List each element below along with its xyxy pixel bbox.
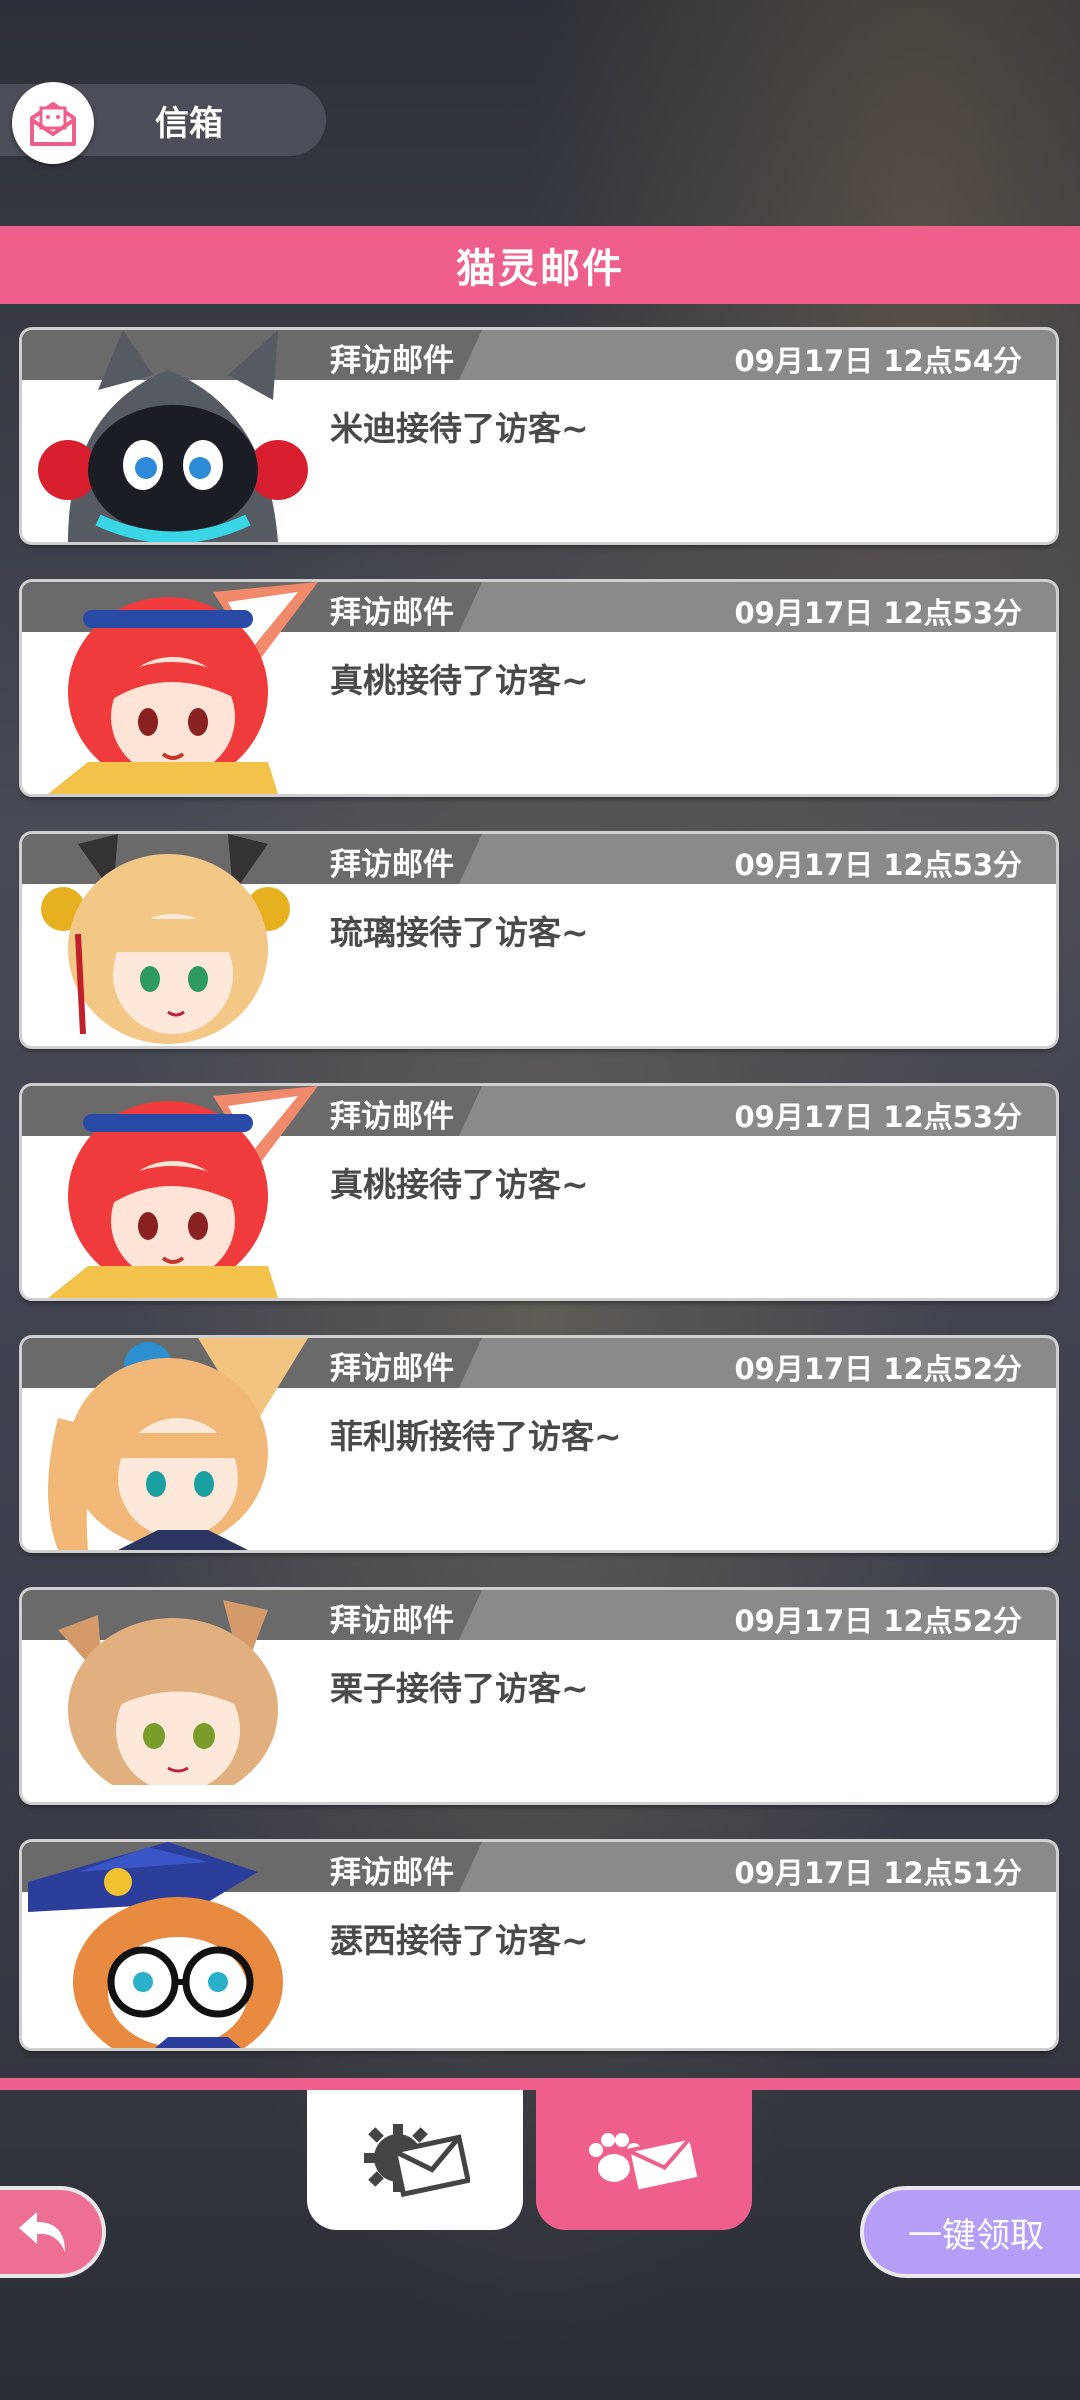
mail-card[interactable]: 拜访邮件 09月17日 12点53分 真桃接待了访客~ xyxy=(22,1086,1056,1298)
mail-message: 真桃接待了访客~ xyxy=(330,661,589,700)
back-arrow-icon xyxy=(19,2212,65,2252)
mail-card[interactable]: 拜访邮件 09月17日 12点54分 米迪接待了访客~ xyxy=(22,330,1056,542)
header-title: 信箱 xyxy=(155,104,223,144)
paw-mail-icon xyxy=(589,2133,702,2195)
mail-time: 09月17日 12点53分 xyxy=(734,596,1022,630)
mail-time: 09月17日 12点52分 xyxy=(734,1604,1022,1638)
mail-type: 拜访邮件 xyxy=(330,343,454,379)
gear-mail-icon xyxy=(364,2124,470,2198)
liuli-avatar xyxy=(28,834,318,1046)
zhentao-avatar xyxy=(28,1086,318,1298)
mail-message: 琉璃接待了访客~ xyxy=(330,913,589,952)
mail-message: 米迪接待了访客~ xyxy=(330,409,589,448)
page-title: 猫灵邮件 xyxy=(0,226,1080,304)
tab-bar-line xyxy=(0,2078,1080,2090)
mail-card[interactable]: 拜访邮件 09月17日 12点53分 琉璃接待了访客~ xyxy=(22,834,1056,1046)
mail-type: 拜访邮件 xyxy=(330,595,454,631)
feilisi-avatar xyxy=(28,1338,318,1550)
mail-time: 09月17日 12点53分 xyxy=(734,848,1022,882)
mail-time: 09月17日 12点53分 xyxy=(734,1100,1022,1134)
mail-card[interactable]: 拜访邮件 09月17日 12点51分 瑟西接待了访客~ xyxy=(22,1842,1056,2048)
mail-type: 拜访邮件 xyxy=(330,847,454,883)
mail-type: 拜访邮件 xyxy=(330,1099,454,1135)
mail-message: 真桃接待了访客~ xyxy=(330,1165,589,1204)
mail-time: 09月17日 12点52分 xyxy=(734,1352,1022,1386)
mail-message: 菲利斯接待了访客~ xyxy=(330,1417,622,1456)
mail-message: 瑟西接待了访客~ xyxy=(330,1921,589,1960)
lizi-avatar xyxy=(28,1590,318,1802)
mail-card[interactable]: 拜访邮件 09月17日 12点52分 栗子接待了访客~ xyxy=(22,1590,1056,1802)
claim-all-button[interactable]: 一键领取 xyxy=(860,2186,1080,2278)
mail-message: 栗子接待了访客~ xyxy=(330,1669,589,1708)
mail-open-icon xyxy=(12,82,94,164)
mail-time: 09月17日 12点51分 xyxy=(734,1856,1022,1890)
mail-type: 拜访邮件 xyxy=(330,1603,454,1639)
back-button[interactable] xyxy=(0,2186,106,2278)
zhentao-avatar xyxy=(28,582,318,794)
mail-card[interactable]: 拜访邮件 09月17日 12点53分 真桃接待了访客~ xyxy=(22,582,1056,794)
mail-type: 拜访邮件 xyxy=(330,1351,454,1387)
mail-type: 拜访邮件 xyxy=(330,1855,454,1891)
mail-card[interactable]: 拜访邮件 09月17日 12点52分 菲利斯接待了访客~ xyxy=(22,1338,1056,1550)
tab-cat-mail[interactable] xyxy=(536,2090,752,2230)
tab-system-mail[interactable] xyxy=(307,2090,523,2230)
mail-time: 09月17日 12点54分 xyxy=(734,344,1022,378)
sexi-avatar xyxy=(28,1842,318,2048)
midi-avatar xyxy=(28,330,318,542)
